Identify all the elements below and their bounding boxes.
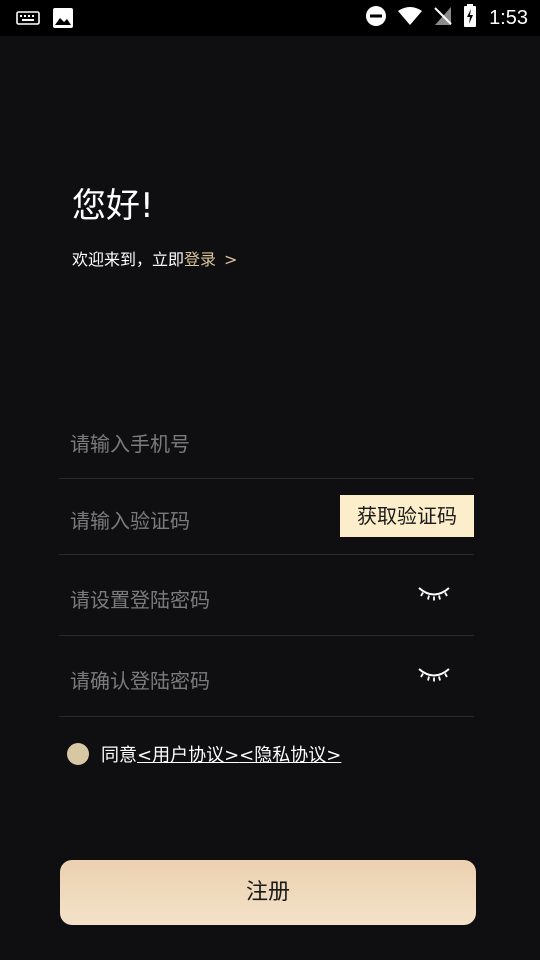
wifi-icon	[397, 6, 423, 30]
greeting-title: 您好!	[72, 186, 154, 226]
image-icon	[52, 7, 74, 33]
confirm-password-field[interactable]: 请确认登陆密码	[59, 636, 474, 717]
eye-closed-icon[interactable]	[417, 585, 451, 603]
get-code-button[interactable]: 获取验证码	[340, 495, 474, 537]
user-agreement-link[interactable]: <用户协议>	[137, 745, 239, 766]
password-placeholder[interactable]: 请设置登陆密码	[70, 584, 210, 613]
verification-code-field[interactable]: 请输入验证码 获取验证码	[59, 479, 474, 555]
eye-closed-icon[interactable]	[417, 666, 451, 684]
chevron-right-icon[interactable]: >	[224, 250, 237, 269]
agreement-prefix: 同意	[101, 745, 137, 766]
privacy-policy-link[interactable]: <隐私协议>	[239, 745, 341, 766]
password-field[interactable]: 请设置登陆密码	[59, 555, 474, 636]
register-button[interactable]: 注册	[60, 860, 476, 925]
agreement-row: 同意<用户协议><隐私协议>	[67, 738, 341, 770]
welcome-line: 欢迎来到，立即登录 >	[72, 249, 237, 271]
keyboard-icon	[16, 10, 40, 30]
confirm-password-placeholder[interactable]: 请确认登陆密码	[70, 665, 210, 694]
verification-code-placeholder[interactable]: 请输入验证码	[70, 505, 190, 534]
do-not-disturb-icon	[365, 5, 387, 31]
no-sim-icon	[433, 5, 453, 31]
battery-charging-icon	[463, 4, 477, 32]
login-link[interactable]: 登录	[184, 250, 216, 269]
phone-field[interactable]: 请输入手机号	[59, 403, 474, 479]
agreement-checkbox[interactable]	[67, 743, 89, 765]
agreement-text: 同意<用户协议><隐私协议>	[101, 741, 341, 767]
status-time: 1:53	[489, 7, 528, 29]
phone-placeholder[interactable]: 请输入手机号	[70, 428, 190, 457]
status-bar: 1:53	[0, 0, 540, 36]
welcome-text: 欢迎来到，立即	[72, 250, 185, 269]
